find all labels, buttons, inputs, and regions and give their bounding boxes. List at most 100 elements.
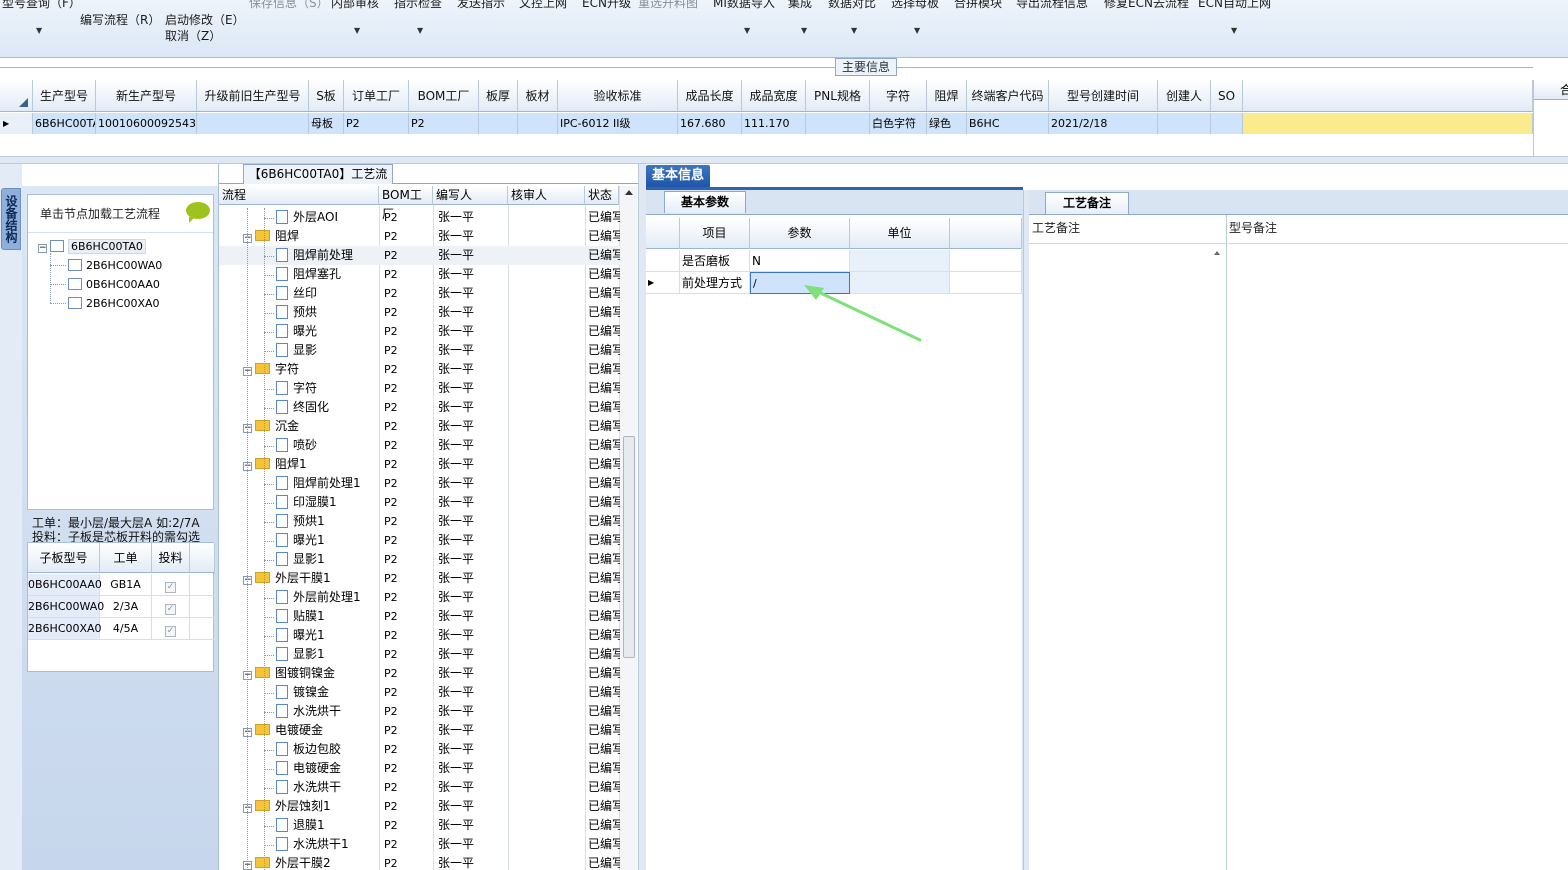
table-cell[interactable] bbox=[806, 113, 870, 134]
column-header[interactable]: 板厚 bbox=[479, 80, 518, 112]
table-cell[interactable]: 2021/2/18 bbox=[1049, 113, 1158, 134]
process-row[interactable]: 显影1 P2 张一平 已编写 bbox=[219, 550, 621, 569]
param-item[interactable]: 前处理方式 bbox=[680, 272, 750, 294]
sub-board-order[interactable]: 2/3A bbox=[100, 596, 152, 618]
dropdown-arrow-icon[interactable]: ▼ bbox=[354, 26, 360, 35]
table-cell[interactable] bbox=[518, 113, 558, 134]
sub-board-order[interactable]: 4/5A bbox=[100, 618, 152, 640]
table-cell-highlight[interactable] bbox=[1243, 113, 1533, 134]
param-row-indicator[interactable] bbox=[646, 250, 680, 272]
process-row[interactable]: 阻焊塞孔 P2 张一平 已编写 bbox=[219, 265, 621, 284]
process-row[interactable]: 阻焊前处理1 P2 张一平 已编写 bbox=[219, 474, 621, 493]
feed-checkbox[interactable]: ✓ bbox=[165, 626, 176, 637]
table-cell[interactable]: 母板 bbox=[309, 113, 344, 134]
column-header[interactable]: 生产型号 bbox=[33, 80, 96, 112]
dropdown-arrow-icon[interactable]: ▼ bbox=[744, 26, 750, 35]
process-column-header[interactable]: BOM工厂 bbox=[379, 186, 433, 221]
process-row[interactable]: 丝印 P2 张一平 已编写 bbox=[219, 284, 621, 303]
feed-checkbox[interactable]: ✓ bbox=[165, 604, 176, 615]
scroll-up-icon[interactable] bbox=[625, 190, 633, 195]
sub-column-header[interactable]: 子板型号 bbox=[28, 543, 100, 573]
process-row[interactable]: 预烘1 P2 张一平 已编写 bbox=[219, 512, 621, 531]
process-row[interactable]: 镀镍金 P2 张一平 已编写 bbox=[219, 683, 621, 702]
param-column-header[interactable]: 项目 bbox=[680, 218, 750, 249]
table-cell[interactable]: 111.170 bbox=[742, 113, 806, 134]
param-unit[interactable] bbox=[850, 272, 950, 294]
column-header[interactable]: PNL规格 bbox=[806, 80, 870, 112]
tab-basic-params[interactable]: 基本参数 bbox=[664, 191, 746, 213]
param-value[interactable]: / bbox=[750, 272, 850, 294]
column-header[interactable]: 创建人 bbox=[1158, 80, 1211, 112]
process-row[interactable]: − 外层干膜2 P2 张一平 已编写 bbox=[219, 854, 621, 870]
sub-board-feed-cell[interactable]: ✓ bbox=[152, 574, 190, 596]
process-row[interactable]: − 电镀硬金 P2 张一平 已编写 bbox=[219, 721, 621, 740]
param-item[interactable]: 是否磨板 bbox=[680, 250, 750, 272]
column-header[interactable]: 新生产型号 bbox=[96, 80, 197, 112]
process-row[interactable]: 显影1 P2 张一平 已编写 bbox=[219, 645, 621, 664]
param-unit[interactable] bbox=[850, 250, 950, 272]
sub-board-model[interactable]: 2B6HC00WA0 bbox=[28, 596, 104, 618]
tab-device-structure[interactable]: 设备结构 bbox=[1, 188, 21, 250]
process-row[interactable]: 水洗烘干1 P2 张一平 已编写 bbox=[219, 835, 621, 854]
process-row[interactable]: − 外层蚀刻1 P2 张一平 已编写 bbox=[219, 797, 621, 816]
row-indicator[interactable]: ▶ bbox=[0, 113, 33, 134]
table-cell[interactable] bbox=[197, 113, 309, 134]
process-row[interactable]: 板边包胶 P2 张一平 已编写 bbox=[219, 740, 621, 759]
process-row[interactable]: 字符 P2 张一平 已编写 bbox=[219, 379, 621, 398]
sub-column-header[interactable]: 投料 bbox=[152, 543, 190, 573]
param-value[interactable]: N bbox=[750, 250, 850, 272]
process-row[interactable]: 曝光 P2 张一平 已编写 bbox=[219, 322, 621, 341]
tree-node[interactable]: − 6B6HC00TA0 bbox=[38, 239, 146, 254]
process-row[interactable]: 喷砂 P2 张一平 已编写 bbox=[219, 436, 621, 455]
table-cell[interactable]: 10010600092543 bbox=[96, 113, 197, 134]
process-row[interactable]: 阻焊前处理 P2 张一平 已编写 bbox=[219, 246, 621, 265]
process-remarks-column[interactable]: 工艺备注 bbox=[1029, 215, 1227, 870]
process-row[interactable]: 退膜1 P2 张一平 已编写 bbox=[219, 816, 621, 835]
table-cell[interactable]: 6B6HC00TA0 bbox=[33, 113, 96, 134]
column-header[interactable]: BOM工厂 bbox=[409, 80, 479, 112]
tab-process-flow[interactable]: 【6B6HC00TA0】工艺流程 bbox=[243, 164, 393, 199]
column-header[interactable]: 阻焊 bbox=[927, 80, 967, 112]
table-cell[interactable]: P2 bbox=[409, 113, 479, 134]
process-row[interactable]: 终固化 P2 张一平 已编写 bbox=[219, 398, 621, 417]
table-cell[interactable]: B6HC bbox=[967, 113, 1049, 134]
process-column-header[interactable]: 核审人 bbox=[508, 186, 585, 205]
table-cell[interactable] bbox=[1158, 113, 1211, 134]
collapse-icon[interactable]: − bbox=[38, 244, 47, 253]
process-row[interactable]: 贴膜1 P2 张一平 已编写 bbox=[219, 607, 621, 626]
process-scrollbar[interactable] bbox=[619, 186, 637, 870]
tree-node[interactable]: 2B6HC00XA0 bbox=[68, 297, 160, 310]
process-row[interactable]: − 阻焊 P2 张一平 已编写 bbox=[219, 227, 621, 246]
process-column-header[interactable]: 状态 bbox=[585, 186, 619, 205]
process-row[interactable]: − 沉金 P2 张一平 已编写 bbox=[219, 417, 621, 436]
tree-node[interactable]: 0B6HC00AA0 bbox=[68, 278, 160, 291]
table-cell[interactable] bbox=[479, 113, 518, 134]
process-row[interactable]: 曝光1 P2 张一平 已编写 bbox=[219, 626, 621, 645]
process-row[interactable]: 水洗烘干 P2 张一平 已编写 bbox=[219, 778, 621, 797]
param-grid-corner[interactable] bbox=[646, 218, 680, 249]
dropdown-arrow-icon[interactable]: ▼ bbox=[36, 26, 42, 35]
process-row[interactable]: − 图镀铜镍金 P2 张一平 已编写 bbox=[219, 664, 621, 683]
tree-node[interactable]: 2B6HC00WA0 bbox=[68, 259, 162, 272]
sub-board-feed-cell[interactable]: ✓ bbox=[152, 618, 190, 640]
sub-board-model[interactable]: 2B6HC00XA0 bbox=[28, 618, 102, 640]
column-header[interactable]: 终端客户代码 bbox=[967, 80, 1049, 112]
param-column-header[interactable]: 单位 bbox=[850, 218, 950, 249]
process-row[interactable]: 曝光1 P2 张一平 已编写 bbox=[219, 531, 621, 550]
table-cell[interactable]: IPC-6012 II级 bbox=[558, 113, 678, 134]
process-column-header[interactable]: 流程 bbox=[219, 186, 379, 205]
dropdown-arrow-icon[interactable]: ▼ bbox=[1231, 26, 1237, 35]
process-column-header[interactable]: 编写人 bbox=[433, 186, 508, 205]
column-header[interactable]: 字符 bbox=[870, 80, 927, 112]
column-header[interactable]: SO bbox=[1211, 80, 1243, 112]
process-row[interactable]: 显影 P2 张一平 已编写 bbox=[219, 341, 621, 360]
column-header[interactable]: 升级前旧生产型号 bbox=[197, 80, 309, 112]
column-header[interactable]: 成品宽度 bbox=[742, 80, 806, 112]
column-header[interactable]: 订单工厂 bbox=[344, 80, 409, 112]
tab-process-remarks[interactable]: 工艺备注 bbox=[1045, 192, 1129, 214]
process-row[interactable]: − 字符 P2 张一平 已编写 bbox=[219, 360, 621, 379]
param-row-indicator[interactable]: ▶ bbox=[646, 272, 680, 294]
process-row[interactable]: 外层AOI P2 张一平 已编写 bbox=[219, 208, 621, 227]
table-cell[interactable]: 白色字符 bbox=[870, 113, 927, 134]
main-info-caption[interactable]: 主要信息 bbox=[835, 58, 897, 76]
